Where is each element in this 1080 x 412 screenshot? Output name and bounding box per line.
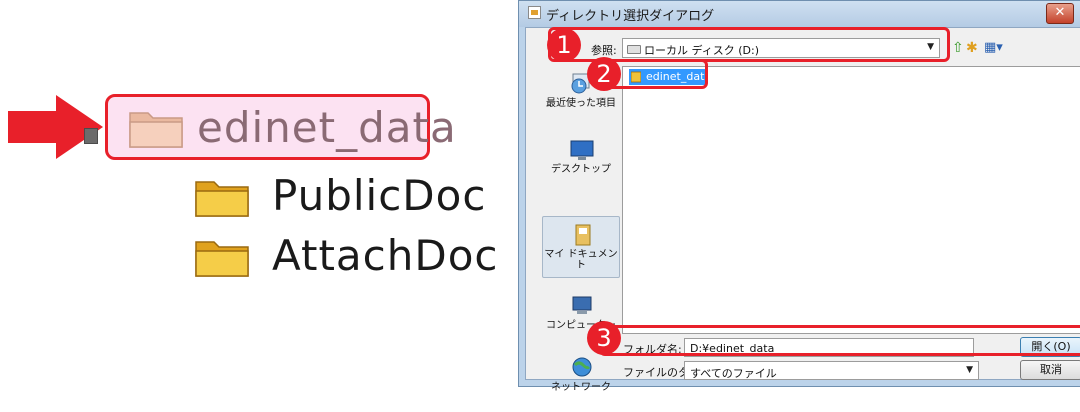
file-type-select[interactable]: すべてのファイル ▼ bbox=[684, 361, 979, 380]
folder-icon bbox=[129, 112, 183, 148]
computer-icon bbox=[572, 296, 592, 314]
callout-badge-3: 3 bbox=[587, 321, 621, 355]
dialog-titlebar[interactable]: ディレクトリ選択ダイアログ ✕ bbox=[519, 1, 1080, 27]
callout-badge-1: 1 bbox=[547, 28, 581, 62]
file-type-value: すべてのファイル bbox=[690, 367, 777, 380]
callout-badge-2: 2 bbox=[587, 57, 621, 91]
pointer-arrow-icon bbox=[8, 95, 103, 159]
my-documents-icon bbox=[575, 224, 591, 246]
chevron-down-icon: ▼ bbox=[966, 365, 973, 375]
tree-child-publicdoc[interactable]: PublicDoc bbox=[272, 171, 486, 221]
desktop-icon bbox=[570, 140, 594, 160]
place-label: 最近使った項目 bbox=[546, 98, 616, 109]
place-label: ネットワーク bbox=[551, 382, 611, 393]
file-list[interactable]: edinet_data bbox=[622, 66, 1080, 334]
new-folder-icon[interactable]: ✱ bbox=[966, 40, 978, 56]
view-menu-icon[interactable]: ▦▾ bbox=[984, 40, 1003, 56]
cancel-button[interactable]: 取消 bbox=[1020, 360, 1080, 380]
place-label: マイ ドキュメント bbox=[544, 249, 618, 271]
tree-root-label: edinet_data bbox=[197, 103, 457, 152]
place-my-documents[interactable]: マイ ドキュメント bbox=[542, 216, 620, 278]
app-icon bbox=[528, 6, 541, 19]
tree-root-node[interactable]: edinet_data bbox=[105, 94, 456, 160]
close-button[interactable]: ✕ bbox=[1046, 3, 1074, 24]
place-label: デスクトップ bbox=[551, 164, 611, 175]
dialog-title: ディレクトリ選択ダイアログ bbox=[546, 9, 715, 24]
folder-icon bbox=[195, 241, 249, 277]
callout-highlight-foldername bbox=[599, 325, 1080, 356]
up-folder-icon[interactable]: ⇧ bbox=[952, 40, 964, 56]
folder-icon bbox=[195, 181, 249, 217]
network-icon bbox=[572, 357, 592, 377]
tree-child-attachdoc[interactable]: AttachDoc bbox=[272, 231, 499, 281]
place-network[interactable]: ネットワーク bbox=[542, 350, 620, 412]
tree-expander-icon[interactable] bbox=[84, 128, 98, 144]
place-desktop[interactable]: デスクトップ bbox=[542, 132, 620, 194]
